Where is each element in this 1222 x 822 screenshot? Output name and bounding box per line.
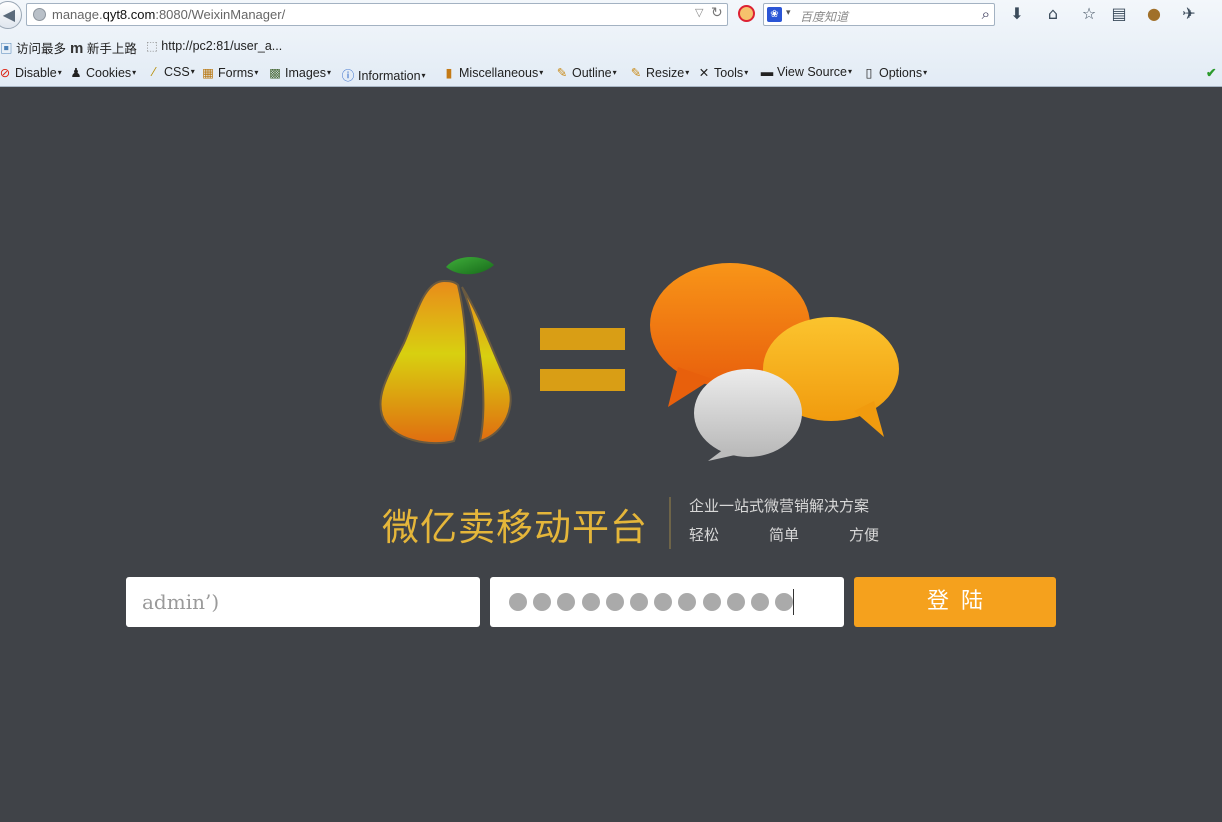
info-icon: ⓘ (341, 69, 355, 83)
adblock-icon[interactable] (738, 5, 755, 22)
bookmark-user-page[interactable]: ⬚ http://pc2:81/user_a... (146, 38, 282, 53)
wd-resize-menu[interactable]: ✎ Resize▾ (629, 65, 689, 80)
cookie-icon[interactable]: ● (1144, 4, 1164, 23)
baidu-icon[interactable]: ❀ (767, 7, 782, 22)
back-button[interactable]: ◀ (0, 1, 22, 29)
wd-outline-menu[interactable]: ✎ Outline▾ (555, 65, 617, 80)
password-dot (557, 593, 576, 611)
page-title: 微亿卖移动平台 (382, 506, 648, 549)
feature-word: 简单 (769, 526, 800, 544)
images-icon: ▩ (269, 66, 281, 80)
password-dot (581, 593, 600, 611)
resize-icon: ✎ (630, 66, 642, 80)
title-divider (669, 497, 671, 549)
password-dot (630, 593, 648, 611)
password-dot (533, 593, 552, 611)
search-bar[interactable]: ❀ ▾ 百度知道 ⌕ (763, 3, 995, 26)
forms-icon: ▦ (202, 66, 214, 80)
css-wand-icon: ⁄ (152, 65, 156, 79)
bookmarks-toolbar: ▣ 访问最多 m 新手上路 ⬚ http://pc2:81/user_a... (0, 35, 1222, 57)
feature-word: 轻松 (689, 526, 720, 544)
bookmark-star-icon[interactable]: ☆ (1079, 4, 1099, 23)
text-caret (793, 589, 794, 615)
reload-icon[interactable]: ↻ (711, 5, 723, 21)
reading-list-icon[interactable]: ▤ (1109, 4, 1129, 23)
password-dot (775, 593, 794, 611)
navigation-toolbar: ◀ manage.qyt8.com:8080/WeixinManager/ ▽ … (0, 0, 1222, 30)
wd-misc-menu[interactable]: ▮ Miscellaneous▾ (442, 65, 544, 80)
validation-check-icon[interactable]: ✔ (1206, 65, 1216, 80)
pear-logo-icon (379, 257, 512, 445)
search-input[interactable]: 百度知道 (800, 8, 848, 25)
browser-chrome: ◀ manage.qyt8.com:8080/WeixinManager/ ▽ … (0, 0, 1222, 87)
url-dropdown-icon[interactable]: ▽ (695, 6, 703, 19)
login-button[interactable]: 登陆 (854, 577, 1056, 627)
password-dot (702, 593, 721, 611)
password-input[interactable] (490, 577, 844, 627)
outline-pencil-icon: ✎ (556, 66, 568, 80)
wd-cookies-menu[interactable]: ♟ Cookies▾ (69, 65, 136, 80)
tools-icon: ✕ (698, 66, 710, 80)
password-dot (678, 593, 697, 611)
tagline: 企业一站式微营销解决方案 (689, 497, 870, 515)
username-input[interactable]: admin’) (126, 577, 480, 627)
wd-images-menu[interactable]: ▩ Images▾ (268, 65, 331, 80)
disable-icon: ⊘ (0, 66, 11, 80)
equals-bar-bottom (540, 369, 625, 391)
password-dot (605, 593, 624, 611)
equals-bar-top (540, 328, 625, 350)
view-source-icon: ▬ (760, 65, 774, 79)
wd-forms-menu[interactable]: ▦ Forms▾ (201, 65, 258, 80)
wd-css-menu[interactable]: ⁄ CSS▾ (147, 65, 195, 79)
home-icon[interactable]: ⌂ (1043, 4, 1063, 23)
bookmark-most-visited[interactable]: ▣ 访问最多 (0, 38, 66, 57)
bookmark-getting-started[interactable]: m 新手上路 (70, 38, 137, 57)
folder-icon: ▣ (0, 42, 13, 56)
page-icon: ⬚ (146, 39, 158, 53)
options-icon: ▯ (865, 66, 873, 80)
wd-disable-menu[interactable]: ⊘ Disable▾ (0, 65, 62, 80)
extension-icon[interactable]: ✈ (1179, 4, 1199, 23)
web-developer-toolbar: ⊘ Disable▾ ♟ Cookies▾ ⁄ CSS▾ ▦ Forms▾ ▩ Image… (0, 62, 1222, 84)
wd-options-menu[interactable]: ▯ Options▾ (862, 65, 928, 80)
search-engine-dropdown-icon[interactable]: ▾ (786, 8, 791, 18)
wd-tools-menu[interactable]: ✕ Tools▾ (697, 65, 748, 80)
search-go-icon[interactable]: ⌕ (982, 5, 990, 23)
wd-information-menu[interactable]: ⓘ Information▾ (341, 65, 426, 84)
misc-icon: ▮ (445, 66, 453, 80)
url-text: manage.qyt8.com:8080/WeixinManager/ (52, 7, 286, 22)
download-icon[interactable]: ⬇ (1007, 4, 1027, 23)
password-dot (509, 593, 527, 611)
feature-word: 方便 (849, 526, 880, 544)
address-bar[interactable]: manage.qyt8.com:8080/WeixinManager/ ▽ ↻ (26, 3, 728, 26)
globe-icon (33, 8, 46, 21)
password-dot (654, 593, 673, 611)
m-logo-icon: m (70, 40, 84, 57)
password-dot (751, 593, 769, 611)
wd-view-source-menu[interactable]: ▬ View Source▾ (760, 65, 852, 79)
chat-bubbles-icon (650, 263, 899, 461)
password-dot (726, 593, 745, 611)
cookie-user-icon: ♟ (70, 66, 82, 80)
login-page: 微亿卖移动平台 企业一站式微营销解决方案 轻松 简单 方便 admin’) 登陆 (0, 87, 1222, 822)
